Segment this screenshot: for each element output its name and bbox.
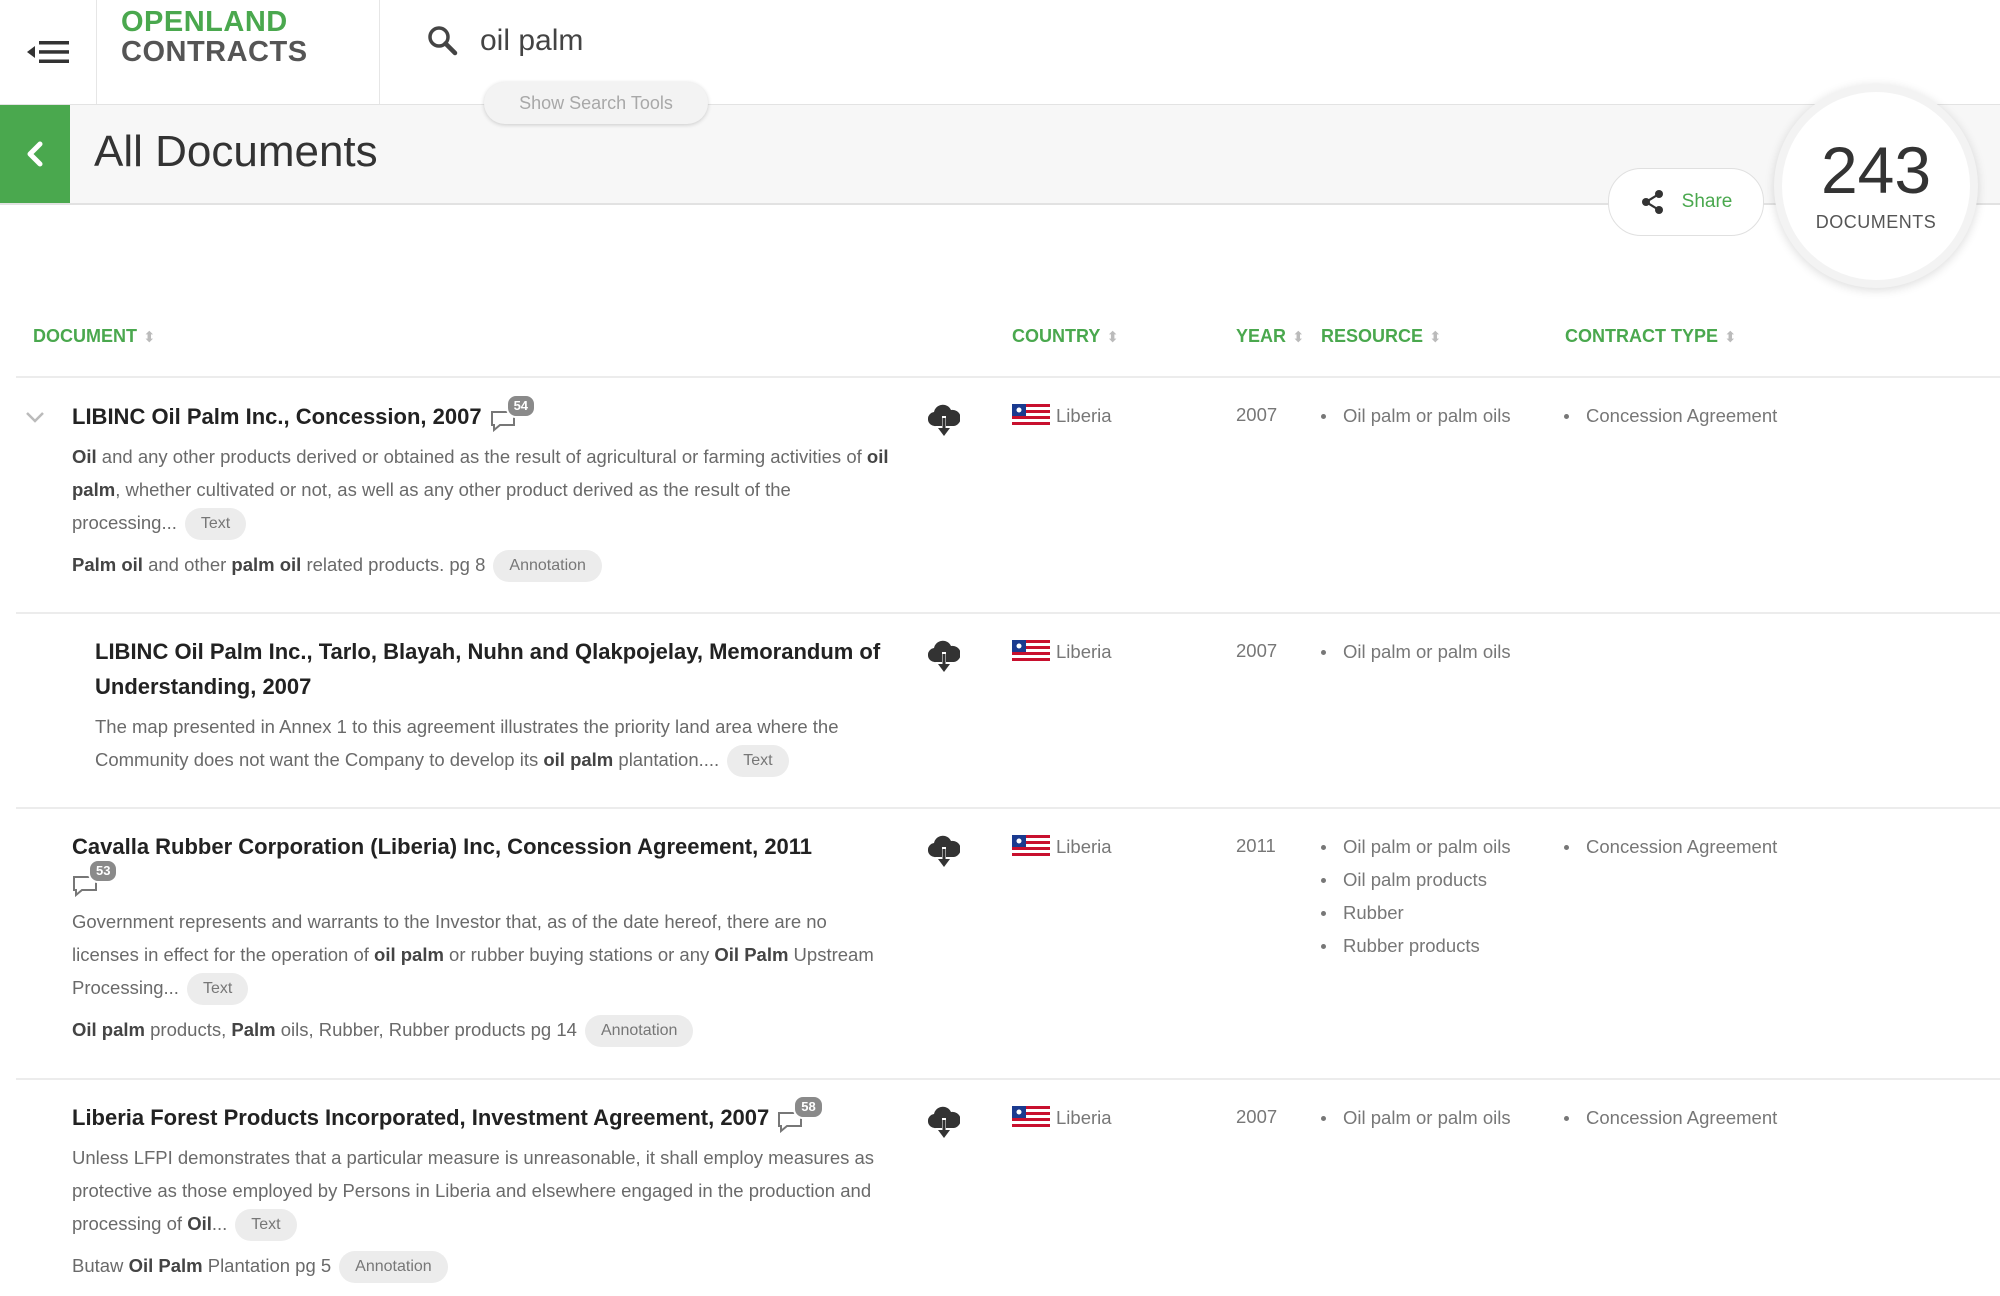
row-divider	[16, 1078, 2000, 1080]
sort-icon: ⬍	[1106, 329, 1119, 346]
text-tag[interactable]: Text	[727, 745, 789, 778]
page-title: All Documents	[94, 127, 378, 176]
menu-toggle-button[interactable]	[0, 0, 97, 104]
text-snippet: Government represents and warrants to th…	[72, 905, 892, 1006]
sort-icon: ⬍	[143, 329, 156, 346]
year-cell: 2007	[1236, 640, 1278, 661]
download-icon[interactable]	[928, 1106, 960, 1140]
liberia-flag-icon	[1012, 835, 1050, 859]
back-button[interactable]	[0, 105, 70, 203]
download-icon[interactable]	[928, 404, 960, 438]
header-divider	[16, 376, 2000, 378]
resource-list: Oil palm or palm oils	[1317, 635, 1511, 668]
text-snippet: The map presented in Annex 1 to this agr…	[95, 710, 895, 778]
text-snippet: Unless LFPI demonstrates that a particul…	[72, 1141, 892, 1242]
document-title[interactable]: LIBINC Oil Palm Inc., Concession, 2007 54	[72, 394, 872, 434]
list-item: Concession Agreement	[1560, 1101, 1777, 1134]
liberia-flag-icon	[1012, 404, 1050, 428]
column-header-year[interactable]: YEAR ⬍	[1236, 326, 1305, 347]
download-icon[interactable]	[928, 835, 960, 869]
comment-count[interactable]: 54	[490, 394, 537, 433]
list-item: Concession Agreement	[1560, 830, 1777, 863]
document-count: 243	[1820, 133, 1932, 207]
annotation-snippet: Butaw Oil Palm Plantation pg 5 Annotation	[72, 1249, 892, 1284]
document-count-badge: 243 DOCUMENTS	[1774, 84, 1978, 288]
country-cell: Liberia	[1012, 835, 1112, 859]
row-divider	[16, 612, 2000, 614]
list-item: Oil palm products	[1317, 863, 1511, 896]
chevron-left-icon	[27, 141, 43, 167]
search-icon[interactable]	[426, 24, 458, 56]
show-search-tools-button[interactable]: Show Search Tools	[484, 82, 708, 124]
contract-type-list: Concession Agreement	[1560, 830, 1777, 863]
top-bar: OPENLAND CONTRACTS	[0, 0, 2000, 106]
sort-icon: ⬍	[1429, 329, 1442, 346]
year-cell: 2011	[1236, 835, 1276, 856]
list-item: Oil palm or palm oils	[1317, 830, 1511, 863]
annotation-tag[interactable]: Annotation	[339, 1251, 448, 1284]
text-tag[interactable]: Text	[184, 508, 247, 541]
text-tag[interactable]: Text	[186, 973, 249, 1006]
comment-count[interactable]: 53	[72, 859, 119, 898]
annotation-text: Palm oil and other palm oil related prod…	[72, 554, 486, 575]
column-header-resource[interactable]: RESOURCE ⬍	[1321, 326, 1442, 347]
share-icon	[1641, 190, 1663, 214]
resource-list: Oil palm or palm oils	[1317, 399, 1511, 432]
column-header-contract-type[interactable]: CONTRACT TYPE ⬍	[1565, 326, 1737, 347]
country-cell: Liberia	[1012, 1106, 1112, 1130]
share-button[interactable]: Share	[1608, 168, 1764, 236]
column-header-country[interactable]: COUNTRY ⬍	[1012, 326, 1119, 347]
sort-icon: ⬍	[1292, 329, 1305, 346]
text-snippet: Oil and any other products derived or ob…	[72, 440, 892, 541]
share-label: Share	[1681, 191, 1733, 212]
list-item: Oil palm or palm oils	[1317, 635, 1511, 668]
annotation-text: Oil palm products, Palm oils, Rubber, Ru…	[72, 1019, 577, 1040]
document-title[interactable]: Liberia Forest Products Incorporated, In…	[72, 1095, 922, 1135]
menu-icon	[27, 41, 69, 63]
annotation-snippet: Palm oil and other palm oil related prod…	[72, 548, 892, 583]
row-divider	[16, 807, 2000, 809]
country-cell: Liberia	[1012, 640, 1112, 664]
resource-list: Oil palm or palm oils Oil palm products Ru…	[1317, 830, 1511, 962]
liberia-flag-icon	[1012, 640, 1050, 664]
list-item: Oil palm or palm oils	[1317, 399, 1511, 432]
sort-icon: ⬍	[1724, 329, 1737, 346]
chevron-down-icon[interactable]	[24, 410, 46, 424]
document-title[interactable]: LIBINC Oil Palm Inc., Tarlo, Blayah, Nuh…	[95, 634, 895, 704]
text-tag[interactable]: Text	[235, 1209, 297, 1242]
list-item: Rubber	[1317, 896, 1511, 929]
year-cell: 2007	[1236, 1106, 1278, 1127]
logo-line2: CONTRACTS	[121, 36, 308, 68]
year-cell: 2007	[1236, 404, 1278, 425]
annotation-tag[interactable]: Annotation	[584, 1015, 694, 1048]
document-title[interactable]: Cavalla Rubber Corporation (Liberia) Inc…	[72, 829, 892, 899]
list-item: Rubber products	[1317, 929, 1511, 962]
search-input[interactable]	[478, 14, 1282, 68]
logo[interactable]: OPENLAND CONTRACTS	[97, 0, 380, 104]
liberia-flag-icon	[1012, 1106, 1050, 1130]
snippet-text: Unless LFPI demonstrates that a particul…	[72, 1147, 875, 1234]
document-count-label: DOCUMENTS	[1815, 212, 1937, 232]
column-header-document[interactable]: DOCUMENT ⬍	[33, 326, 156, 347]
annotation-tag[interactable]: Annotation	[493, 550, 602, 583]
list-item: Oil palm or palm oils	[1317, 1101, 1511, 1134]
contract-type-list: Concession Agreement	[1560, 399, 1777, 432]
download-icon[interactable]	[928, 640, 960, 674]
resource-list: Oil palm or palm oils	[1317, 1101, 1511, 1134]
contract-type-list: Concession Agreement	[1560, 1101, 1777, 1134]
annotation-snippet: Oil palm products, Palm oils, Rubber, Ru…	[72, 1013, 892, 1048]
country-cell: Liberia	[1012, 404, 1112, 428]
list-item: Concession Agreement	[1560, 399, 1777, 432]
logo-line1: OPENLAND	[121, 6, 288, 38]
annotation-text: Butaw Oil Palm Plantation pg 5	[72, 1255, 332, 1276]
comment-count[interactable]: 58	[777, 1095, 824, 1134]
